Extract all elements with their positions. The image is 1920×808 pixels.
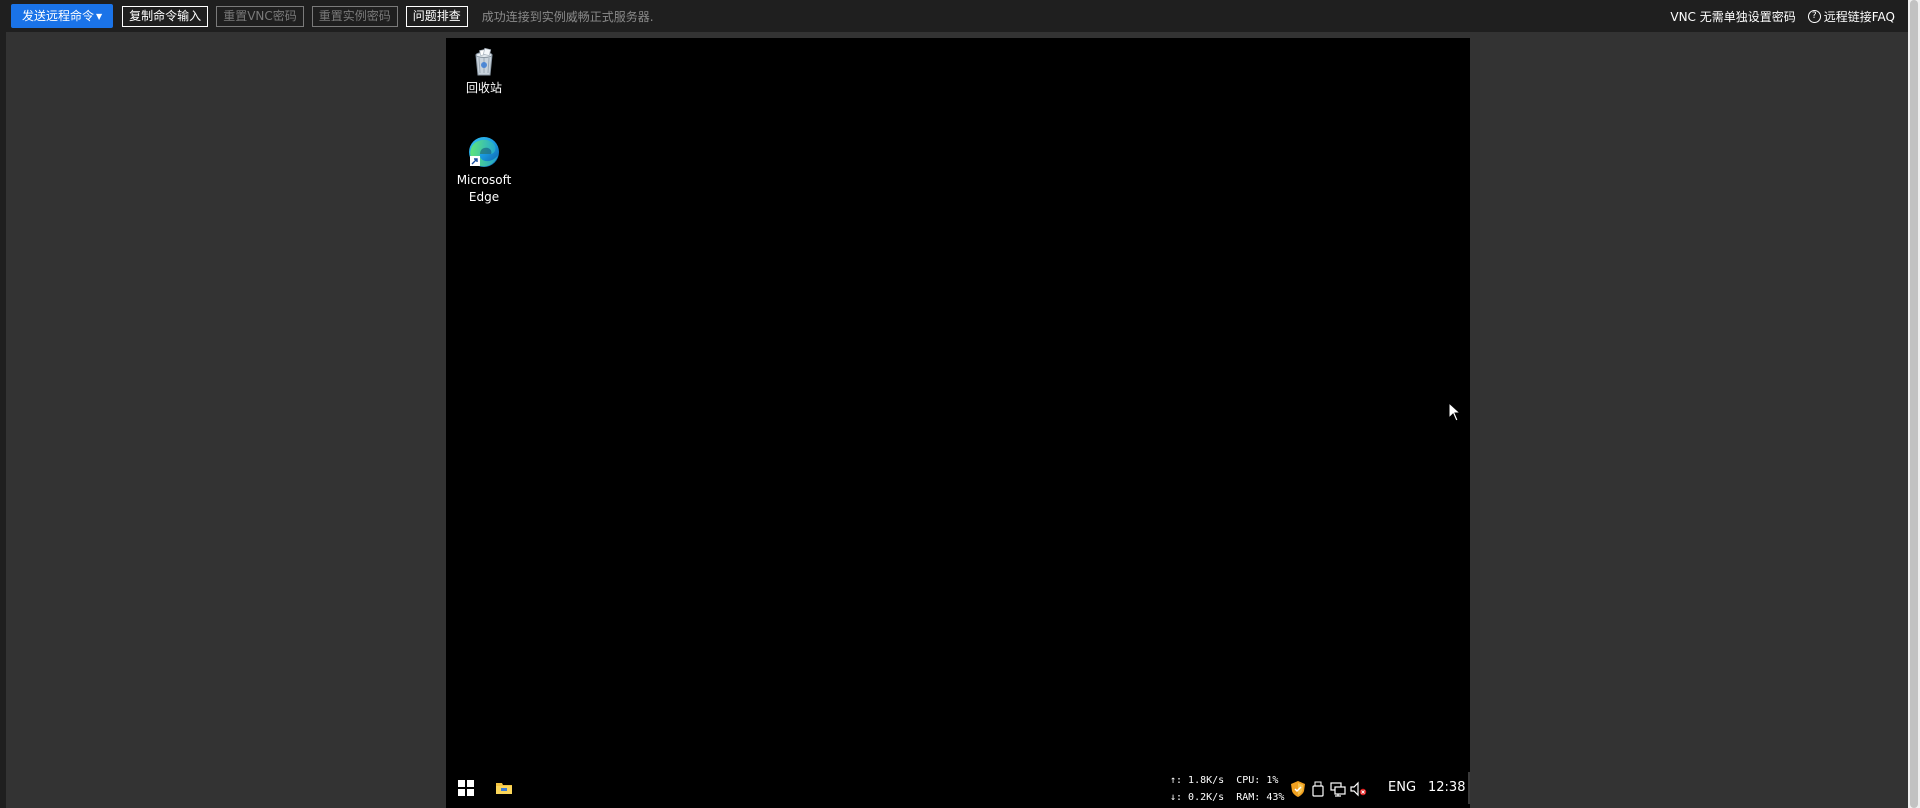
file-explorer-icon[interactable] — [494, 778, 514, 798]
net-up-rate: ↑: 1.8K/s — [1170, 775, 1225, 786]
mouse-cursor-icon — [1448, 402, 1462, 422]
help-circle-icon: ? — [1807, 9, 1821, 23]
windows-taskbar: ↑: 1.8K/s CPU: 1% ↓: 0.2K/s RAM: 43% ENG… — [446, 768, 1470, 808]
remote-faq-label: 远程链接FAQ — [1823, 9, 1895, 24]
remote-faq-link[interactable]: ? 远程链接FAQ — [1807, 8, 1895, 25]
troubleshoot-button[interactable]: 问题排查 — [405, 5, 468, 27]
vnc-toolbar: 发送远程命令 ▼ 复制命令输入 重置VNC密码 重置实例密码 问题排查 成功连接… — [0, 0, 1908, 32]
troubleshoot-label: 问题排查 — [412, 8, 461, 23]
vnc-password-link[interactable]: VNC 无需单独设置密码 — [1670, 8, 1795, 25]
ram-usage: RAM: 43% — [1236, 792, 1285, 803]
reset-instance-password-button[interactable]: 重置实例密码 — [311, 5, 398, 27]
copy-command-input-button[interactable]: 复制命令输入 — [122, 5, 209, 27]
reset-instance-password-label: 重置实例密码 — [318, 8, 391, 23]
page-scrollbar[interactable] — [1908, 0, 1920, 808]
left-edge-strip — [0, 32, 6, 808]
desktop-icon-edge[interactable]: Microsoft Edge — [446, 134, 522, 206]
reset-vnc-password-label: 重置VNC密码 — [223, 8, 297, 23]
desktop-icon-recycle-bin[interactable]: 回收站 — [446, 46, 522, 97]
security-shield-icon[interactable] — [1289, 780, 1307, 798]
edge-label: Microsoft Edge — [456, 173, 512, 204]
net-cpu-stats: ↑: 1.8K/s CPU: 1% ↓: 0.2K/s RAM: 43% — [1170, 772, 1284, 806]
caret-down-icon: ▼ — [96, 11, 103, 21]
reset-vnc-password-button[interactable]: 重置VNC密码 — [216, 5, 304, 27]
copy-command-input-label: 复制命令输入 — [129, 8, 202, 23]
recycle-bin-icon — [475, 47, 493, 76]
send-remote-command-button[interactable]: 发送远程命令 ▼ — [11, 4, 114, 28]
send-remote-command-label: 发送远程命令 — [22, 8, 95, 23]
edge-icon — [469, 137, 499, 167]
show-desktop-button[interactable] — [1468, 772, 1470, 804]
input-language-indicator[interactable]: ENG — [1388, 780, 1416, 795]
volume-muted-icon[interactable] — [1349, 780, 1367, 798]
remote-desktop-canvas[interactable]: 回收站 Microsoft Edge ↑: 1.8K/s CPU: 1% ↓: … — [446, 38, 1470, 808]
windows-start-icon[interactable] — [456, 778, 476, 798]
cpu-usage: CPU: 1% — [1236, 775, 1279, 786]
recycle-bin-label: 回收站 — [465, 81, 502, 95]
toolbar-right-group: VNC 无需单独设置密码 ? 远程链接FAQ — [1670, 0, 1895, 32]
usb-device-icon[interactable] — [1309, 780, 1327, 798]
connection-status-text: 成功连接到实例威畅正式服务器. — [481, 9, 654, 24]
net-down-rate: ↓: 0.2K/s — [1170, 792, 1225, 803]
scrollbar-thumb[interactable] — [1910, 0, 1918, 808]
network-icon[interactable] — [1329, 780, 1347, 798]
taskbar-clock[interactable]: 12:38 — [1428, 780, 1465, 795]
